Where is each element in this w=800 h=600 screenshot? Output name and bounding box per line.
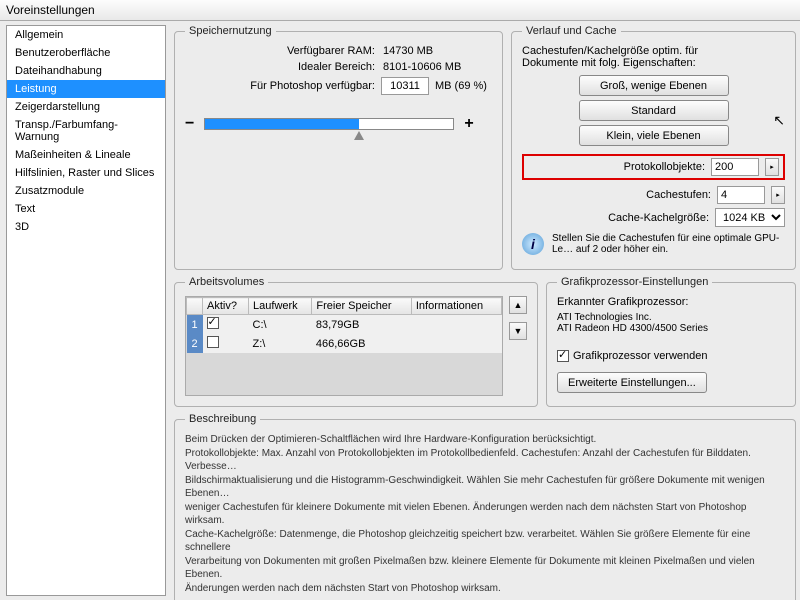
table-row[interactable]: 2 Z:\466,66GB — [187, 334, 502, 353]
slider-thumb-icon[interactable] — [354, 131, 364, 140]
sidebar-item-allgemein[interactable]: Allgemein — [7, 26, 165, 44]
sidebar-item-dateihandhabung[interactable]: Dateihandhabung — [7, 62, 165, 80]
slider-fill — [205, 119, 359, 129]
preset-default-button[interactable]: Standard — [579, 100, 729, 121]
gpu-advanced-button[interactable]: Erweiterte Einstellungen... — [557, 372, 707, 393]
info-cell — [411, 334, 501, 353]
sidebar-item-transp-farbumfang-warnung[interactable]: Transp./Farbumfang-Warnung — [7, 116, 165, 146]
preset-small-button[interactable]: Klein, viele Ebenen — [579, 125, 729, 146]
gpu-vendor: ATI Technologies Inc. — [557, 312, 785, 323]
free-cell: 466,66GB — [312, 334, 411, 353]
col-free[interactable]: Freier Speicher — [312, 298, 411, 315]
sidebar-item-zusatzmodule[interactable]: Zusatzmodule — [7, 182, 165, 200]
ps-available-suffix: MB (69 %) — [435, 80, 487, 92]
sidebar-item--d[interactable]: 3D — [7, 218, 165, 236]
scratch-disks-group: Arbeitsvolumes Aktiv? Laufwerk Freier Sp… — [174, 276, 538, 407]
memory-slider[interactable] — [204, 118, 454, 130]
use-gpu-checkbox[interactable] — [557, 350, 569, 362]
window-title: Voreinstellungen — [0, 0, 800, 21]
history-intro1: Cachestufen/Kachelgröße optim. für — [522, 45, 785, 57]
sidebar-item-hilfslinien-raster-und-slices[interactable]: Hilfslinien, Raster und Slices — [7, 164, 165, 182]
description-legend: Beschreibung — [185, 413, 260, 425]
sidebar-item-benutzeroberfl-che[interactable]: Benutzeroberfläche — [7, 44, 165, 62]
gpu-legend: Grafikprozessor-Einstellungen — [557, 276, 712, 288]
info-cell — [411, 315, 501, 335]
ideal-range-label: Idealer Bereich: — [185, 61, 375, 73]
move-up-button[interactable]: ▲ — [509, 296, 527, 314]
memory-legend: Speichernutzung — [185, 25, 276, 37]
category-sidebar: AllgemeinBenutzeroberflächeDateihandhabu… — [6, 25, 166, 596]
memory-usage-group: Speichernutzung Verfügbarer RAM: 14730 MB… — [174, 25, 503, 270]
sidebar-item-ma-einheiten-lineale[interactable]: Maßeinheiten & Lineale — [7, 146, 165, 164]
sidebar-item-zeigerdarstellung[interactable]: Zeigerdarstellung — [7, 98, 165, 116]
ps-available-label: Für Photoshop verfügbar: — [185, 80, 375, 92]
slider-minus-button[interactable]: − — [185, 115, 194, 133]
drive-cell: Z:\ — [249, 334, 312, 353]
scratch-table: Aktiv? Laufwerk Freier Speicher Informat… — [186, 297, 502, 353]
scratch-legend: Arbeitsvolumes — [185, 276, 268, 288]
cache-tile-label: Cache-Kachelgröße: — [608, 212, 709, 224]
col-drive[interactable]: Laufwerk — [249, 298, 312, 315]
free-cell: 83,79GB — [312, 315, 411, 335]
drive-cell: C:\ — [249, 315, 312, 335]
history-states-label: Protokollobjekte: — [624, 161, 705, 173]
description-text: Beim Drücken der Optimieren-Schaltfläche… — [185, 433, 785, 595]
row-number: 1 — [187, 315, 203, 335]
row-number: 2 — [187, 334, 203, 353]
col-info[interactable]: Informationen — [411, 298, 501, 315]
available-ram-value: 14730 MB — [383, 45, 433, 57]
sidebar-item-text[interactable]: Text — [7, 200, 165, 218]
history-states-spinner[interactable]: ▸ — [765, 158, 779, 176]
info-icon: i — [522, 233, 544, 255]
history-cache-group: ↖ Verlauf und Cache Cachestufen/Kachelgr… — [511, 25, 796, 270]
ideal-range-value: 8101-10606 MB — [383, 61, 461, 73]
gpu-settings-group: Grafikprozessor-Einstellungen Erkannter … — [546, 276, 796, 407]
use-gpu-label: Grafikprozessor verwenden — [573, 350, 708, 362]
cache-tile-select[interactable]: 1024 KB — [715, 208, 785, 227]
cache-levels-input[interactable] — [717, 186, 765, 204]
col-active[interactable]: Aktiv? — [203, 298, 249, 315]
slider-plus-button[interactable]: + — [464, 115, 473, 133]
ps-available-input[interactable] — [381, 77, 429, 95]
description-group: Beschreibung Beim Drücken der Optimieren… — [174, 413, 796, 600]
history-intro2: Dokumente mit folg. Eigenschaften: — [522, 57, 785, 69]
active-checkbox[interactable] — [207, 336, 219, 348]
sidebar-item-leistung[interactable]: Leistung — [7, 80, 165, 98]
table-row[interactable]: 1 C:\83,79GB — [187, 315, 502, 335]
available-ram-label: Verfügbarer RAM: — [185, 45, 375, 57]
cache-info-text: Stellen Sie die Cachestufen für eine opt… — [552, 233, 785, 255]
gpu-detected-label: Erkannter Grafikprozessor: — [557, 296, 785, 308]
history-states-input[interactable] — [711, 158, 759, 176]
move-down-button[interactable]: ▼ — [509, 322, 527, 340]
cache-levels-spinner[interactable]: ▸ — [771, 186, 785, 204]
history-legend: Verlauf und Cache — [522, 25, 621, 37]
preset-large-button[interactable]: Groß, wenige Ebenen — [579, 75, 729, 96]
gpu-model: ATI Radeon HD 4300/4500 Series — [557, 323, 785, 334]
active-checkbox[interactable] — [207, 317, 219, 329]
cache-levels-label: Cachestufen: — [646, 189, 711, 201]
